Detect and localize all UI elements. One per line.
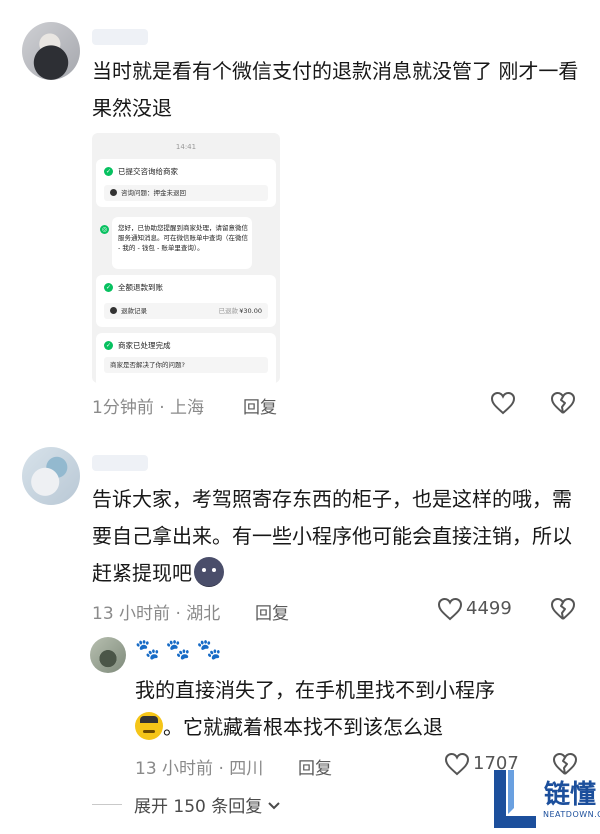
comment-image[interactable]: 14:41 ✓ 已提交咨询给商家 咨询问题：押金未退回 ◎ 您好，已协助您提醒到… bbox=[92, 133, 280, 383]
check-icon: ✓ bbox=[104, 341, 113, 350]
screenshot-pill: 商家是否解决了你的问题? bbox=[104, 357, 268, 373]
reply-text-part: 。它就藏着根本找不到该怎么退 bbox=[163, 715, 443, 739]
screenshot-step-title: 全额退款到账 bbox=[118, 283, 163, 292]
emoji-icon bbox=[194, 557, 224, 587]
reply-button[interactable]: 回复 bbox=[243, 393, 277, 418]
username-blurred[interactable] bbox=[92, 455, 148, 471]
screenshot-card: ✓ 已提交咨询给商家 咨询问题：押金未退回 bbox=[96, 159, 276, 207]
screenshot-pill: 退款记录 已退款 ¥30.00 bbox=[104, 303, 268, 319]
watermark-domain: NEATDOWN.COM bbox=[543, 810, 600, 819]
expand-replies-button[interactable]: 展开 150 条回复 bbox=[134, 792, 280, 817]
comment-meta: 13 小时前 · 湖北 bbox=[92, 604, 221, 624]
comment-text-content: 告诉大家，考驾照寄存东西的柜子，也是这样的哦，需要自己拿出来。有一些小程序他可能… bbox=[92, 487, 572, 585]
screenshot-time: 14:41 bbox=[175, 143, 197, 151]
broken-heart-icon[interactable] bbox=[550, 597, 576, 621]
reply-text: 我的直接消失了，在手机里找不到小程序 。它就藏着根本找不到该怎么退 bbox=[135, 672, 575, 746]
username-blurred[interactable] bbox=[92, 29, 148, 45]
screenshot-message-text: 您好，已协助您提醒到商家处理，请留意微信服务通知消息。可在微信账单中查询（在微信… bbox=[118, 224, 248, 252]
comment-meta: 1分钟前 · 上海 bbox=[92, 398, 205, 418]
reply-text-part: 我的直接消失了，在手机里找不到小程序 bbox=[135, 678, 495, 702]
watermark-logo bbox=[490, 768, 540, 830]
watermark-brand: 链懂 bbox=[544, 780, 597, 810]
comment-meta: 13 小时前 · 四川 bbox=[135, 759, 264, 779]
screenshot-step-title: 商家已处理完成 bbox=[118, 341, 171, 350]
divider bbox=[92, 804, 122, 805]
broken-heart-icon[interactable] bbox=[550, 391, 576, 415]
heart-icon[interactable] bbox=[444, 752, 470, 776]
comment-text: 当时就是看有个微信支付的退款消息就没管了 刚才一看果然没退 bbox=[92, 59, 579, 120]
reply-username[interactable]: 🐾🐾🐾 bbox=[135, 637, 228, 661]
like-count: 4499 bbox=[466, 598, 512, 619]
expand-replies-label: 展开 150 条回复 bbox=[134, 797, 263, 817]
comment-text: 告诉大家，考驾照寄存东西的柜子，也是这样的哦，需要自己拿出来。有一些小程序他可能… bbox=[92, 481, 582, 592]
check-icon: ✓ bbox=[104, 283, 113, 292]
screenshot-pill: 咨询问题：押金未退回 bbox=[104, 185, 268, 201]
screenshot-step-title: 已提交咨询给商家 bbox=[118, 167, 178, 176]
heart-icon[interactable] bbox=[437, 597, 463, 621]
check-icon: ✓ bbox=[104, 167, 113, 176]
bot-icon: ◎ bbox=[100, 225, 109, 234]
avatar[interactable] bbox=[22, 22, 80, 80]
chevron-down-icon bbox=[267, 795, 280, 815]
screenshot-card: ✓ 商家已处理完成 商家是否解决了你的问题? bbox=[96, 333, 276, 383]
emoji-icon bbox=[135, 712, 163, 740]
heart-icon[interactable] bbox=[490, 391, 516, 415]
screenshot-message: 您好，已协助您提醒到商家处理，请留意微信服务通知消息。可在微信账单中查询（在微信… bbox=[112, 217, 252, 269]
reply-button[interactable]: 回复 bbox=[255, 599, 289, 624]
avatar[interactable] bbox=[90, 637, 126, 673]
reply-button[interactable]: 回复 bbox=[298, 754, 332, 779]
broken-heart-icon[interactable] bbox=[552, 752, 578, 776]
avatar[interactable] bbox=[22, 447, 80, 505]
screenshot-card: ✓ 全额退款到账 退款记录 已退款 ¥30.00 bbox=[96, 275, 276, 327]
